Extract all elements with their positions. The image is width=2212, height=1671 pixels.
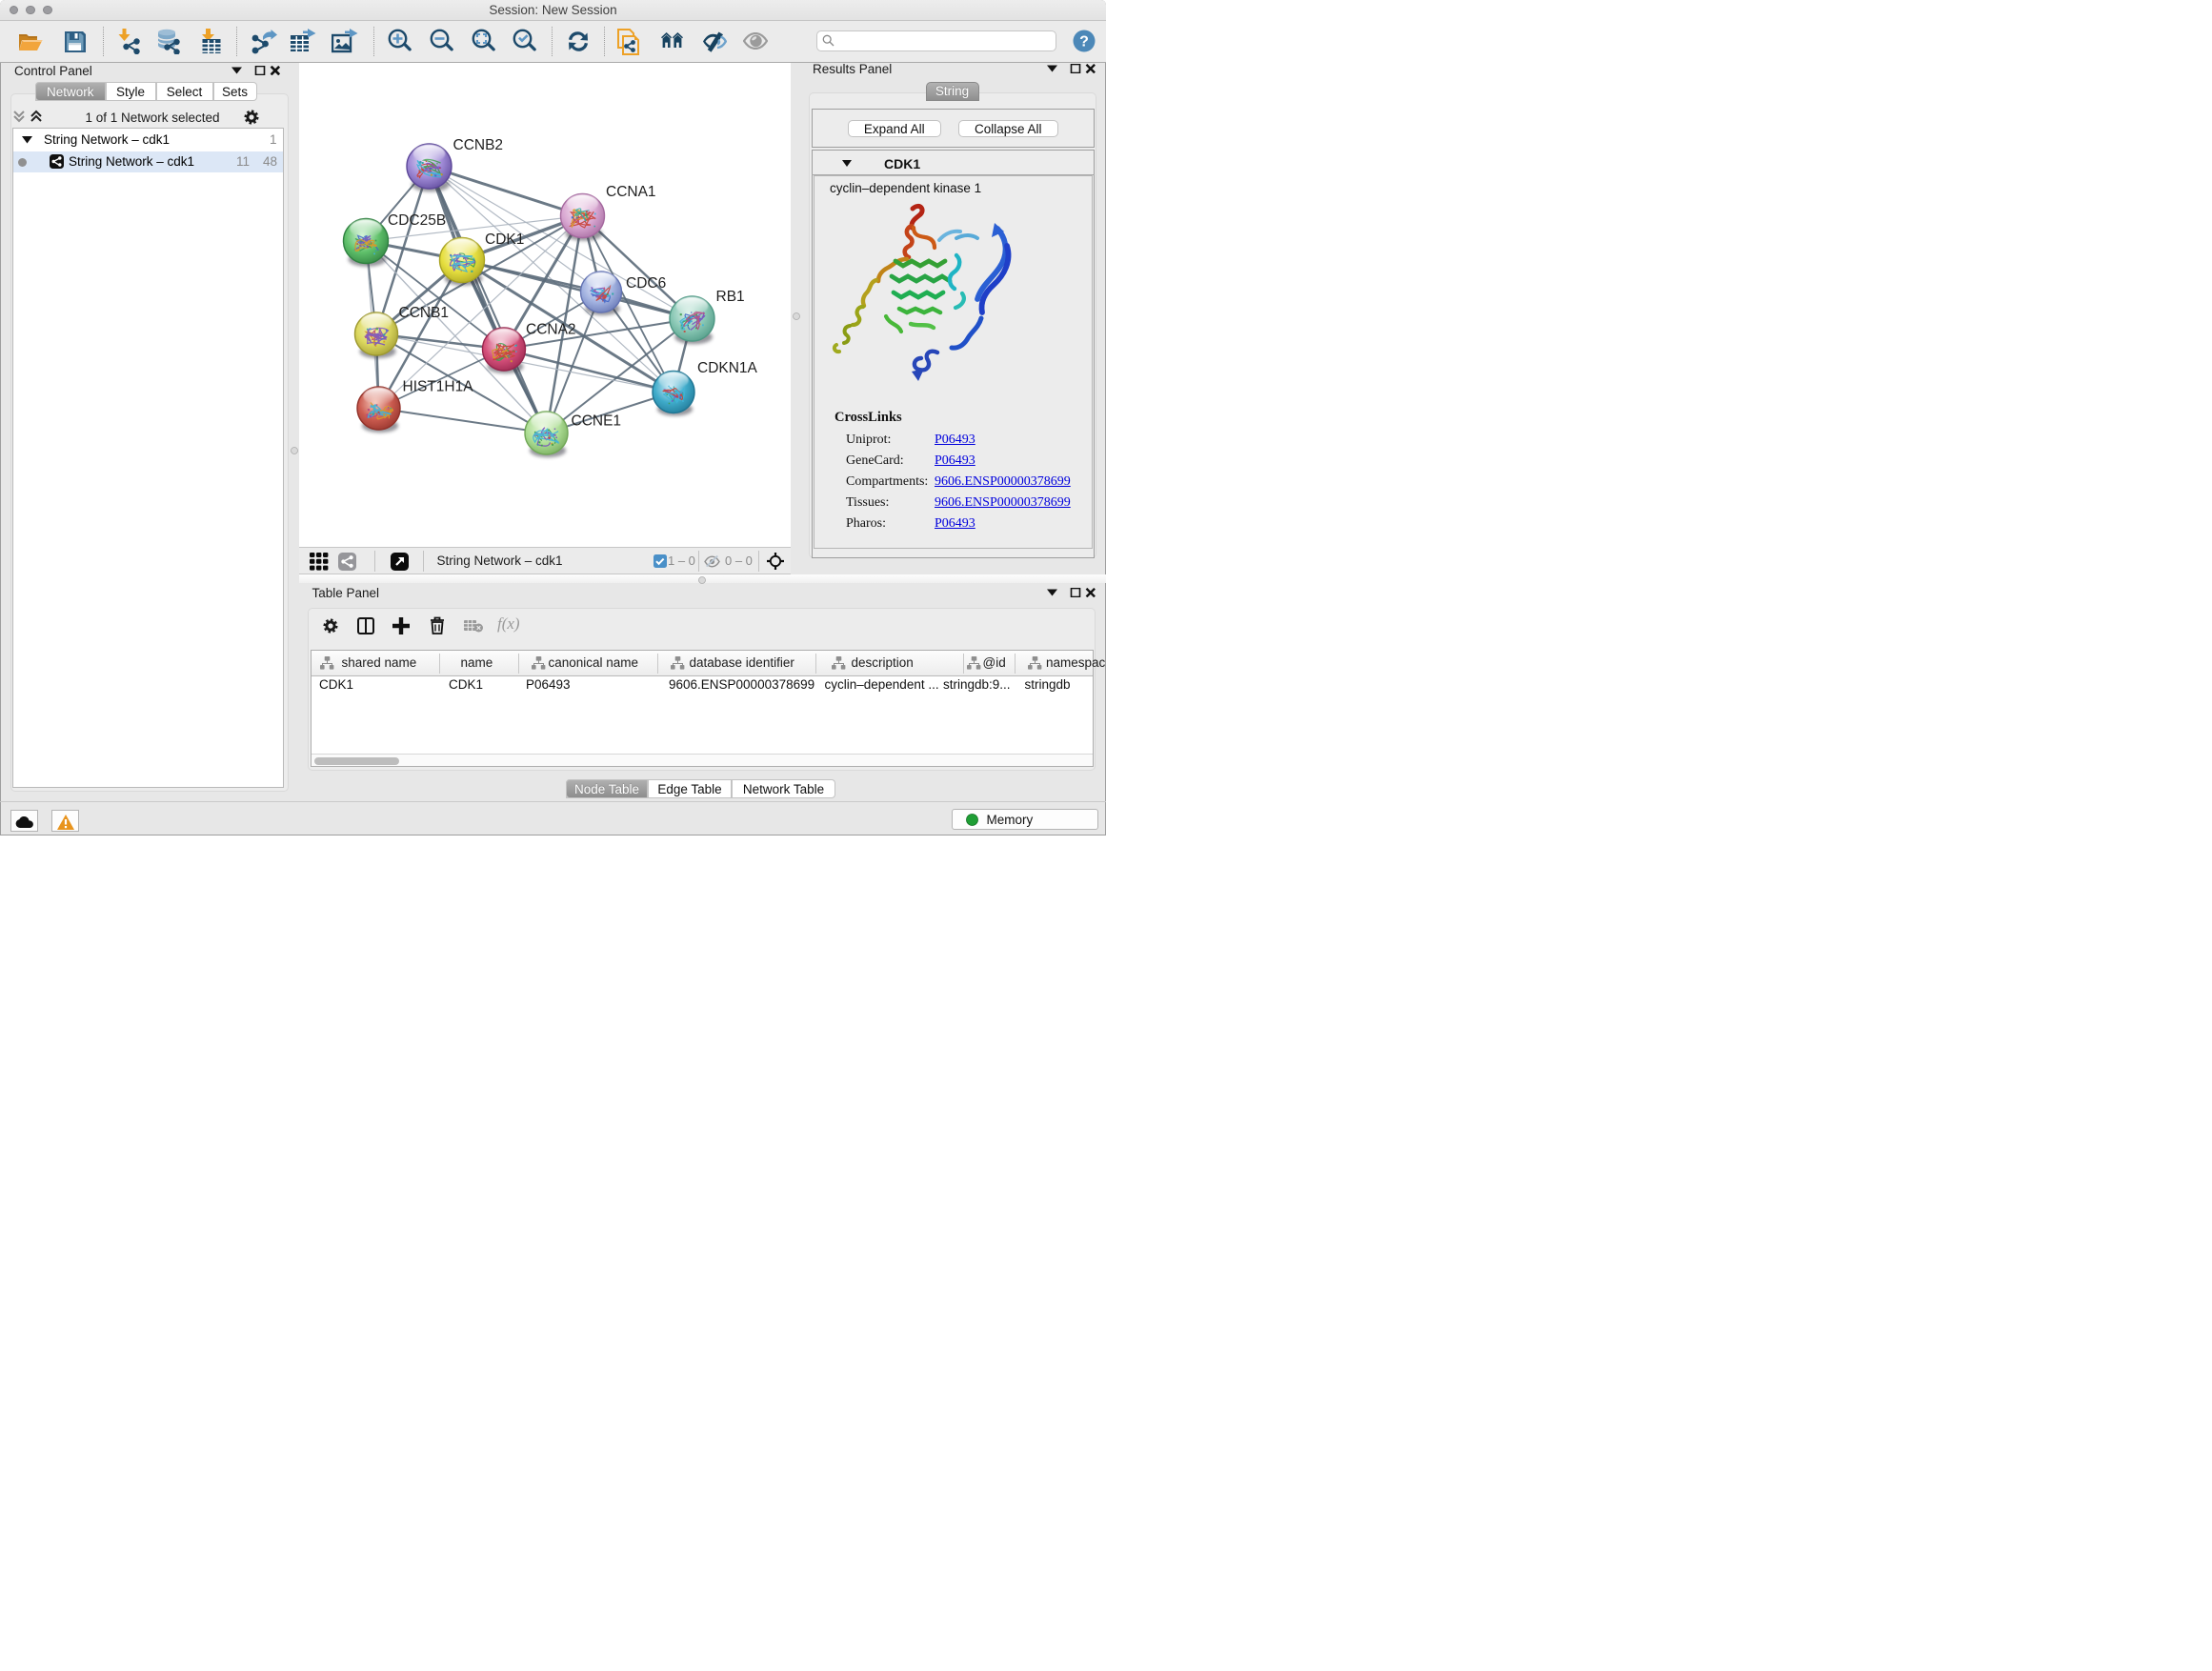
svg-text:CDKN1A: CDKN1A	[697, 360, 758, 376]
svg-text:CCNE1: CCNE1	[572, 413, 622, 429]
svg-text:CCNB2: CCNB2	[453, 137, 504, 153]
svg-text:CDC25B: CDC25B	[388, 212, 446, 229]
svg-text:CDC6: CDC6	[626, 275, 666, 292]
svg-text:RB1: RB1	[716, 289, 745, 305]
svg-text:CCNA2: CCNA2	[526, 321, 576, 337]
svg-text:HIST1H1A: HIST1H1A	[403, 378, 474, 394]
svg-text:CCNA1: CCNA1	[606, 184, 656, 200]
svg-text:CDK1: CDK1	[485, 232, 524, 248]
svg-text:CCNB1: CCNB1	[399, 305, 450, 321]
